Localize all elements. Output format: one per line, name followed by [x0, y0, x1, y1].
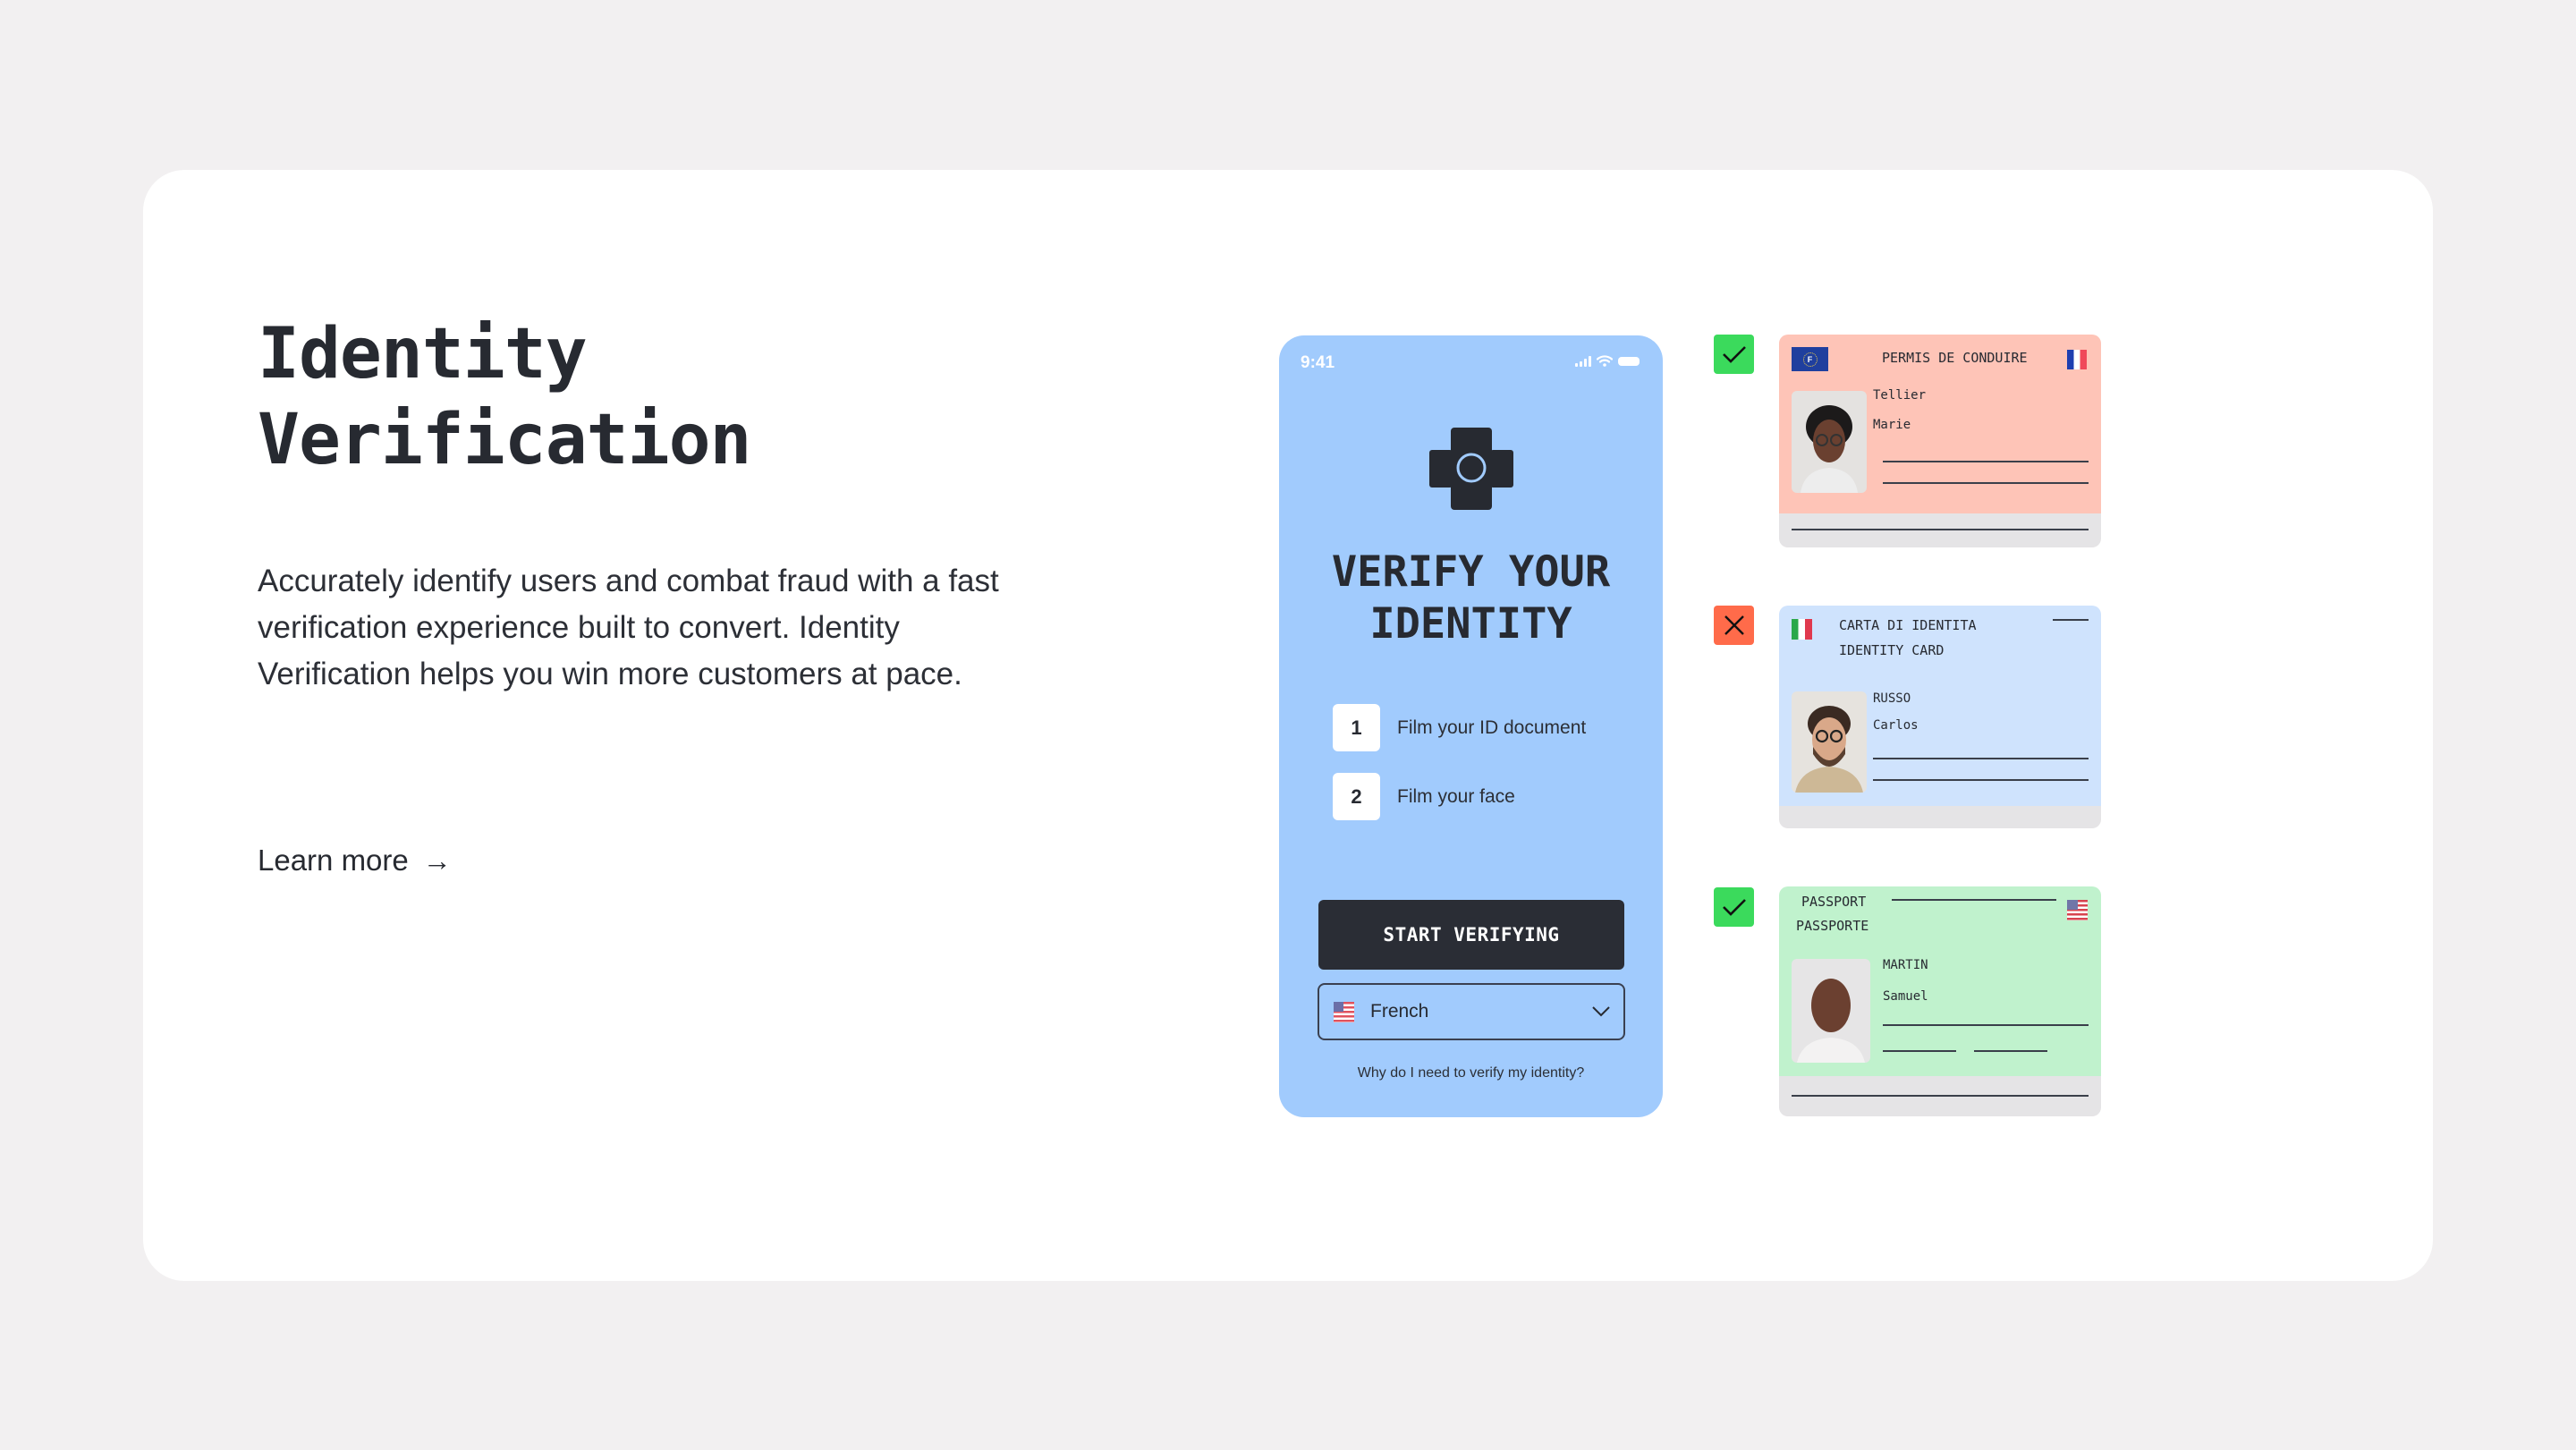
- id-photo: [1792, 691, 1867, 793]
- accepted-status: [1714, 335, 1754, 374]
- verify-heading: VERIFY YOUR IDENTITY: [1279, 547, 1663, 650]
- start-verifying-button[interactable]: START VERIFYING: [1318, 900, 1624, 970]
- document-type: PERMIS DE CONDUIRE: [1882, 350, 2028, 366]
- title-line-2: Verification: [258, 400, 752, 480]
- steps-list: 1 Film your ID document 2 Film your face: [1333, 704, 1586, 842]
- italy-flag-icon: [1792, 619, 1812, 640]
- identity-card: CARTA DI IDENTITA IDENTITY CARD RUSSO Ca…: [1779, 606, 2101, 828]
- accepted-status: [1714, 887, 1754, 927]
- given-name: Samuel: [1883, 989, 1928, 1004]
- us-flag-icon: [2067, 900, 2088, 920]
- document-type-line-2: IDENTITY CARD: [1839, 642, 1945, 658]
- person-photo-icon: [1797, 979, 1865, 1063]
- check-icon: [1722, 899, 1746, 916]
- description: Accurately identify users and combat fra…: [258, 564, 999, 691]
- x-icon: [1724, 615, 1744, 635]
- id-photo: [1792, 391, 1867, 493]
- why-verify-link[interactable]: Why do I need to verify my identity?: [1279, 1065, 1663, 1081]
- language-select[interactable]: French: [1318, 983, 1625, 1040]
- passport-card: PASSPORT PASSPORTE MARTIN Samuel: [1779, 886, 2101, 1116]
- step-item: 1 Film your ID document: [1333, 704, 1586, 751]
- document-type-line-1: CARTA DI IDENTITA: [1839, 617, 1977, 633]
- given-name: Marie: [1873, 418, 1911, 432]
- surname: MARTIN: [1883, 958, 1928, 972]
- learn-more-label: Learn more: [258, 844, 409, 877]
- eu-flag-icon: F: [1792, 347, 1828, 371]
- rejected-status: [1714, 606, 1754, 645]
- field-line: [1974, 1050, 2047, 1052]
- step-number: 1: [1333, 704, 1380, 751]
- battery-icon: [1618, 357, 1640, 366]
- field-line: [2053, 619, 2089, 621]
- id-photo: [1792, 959, 1870, 1063]
- surname: Tellier: [1873, 388, 1927, 403]
- drivers-license-card: F PERMIS DE CONDUIRE Tellier Marie: [1779, 335, 2101, 547]
- check-icon: [1722, 346, 1746, 363]
- field-line: [1883, 1050, 1956, 1052]
- step-label: Film your ID document: [1397, 717, 1587, 738]
- person-photo-icon: [1795, 706, 1863, 793]
- france-flag-icon: [2067, 350, 2087, 369]
- language-select-value: French: [1370, 1001, 1429, 1022]
- verify-heading-line-1: VERIFY YOUR: [1331, 547, 1611, 597]
- document-type-line-2: PASSPORTE: [1796, 918, 1869, 934]
- field-line: [1883, 482, 2089, 484]
- status-time: 9:41: [1301, 353, 1335, 372]
- mrz-line: [1792, 1095, 2089, 1097]
- us-flag-icon: [1334, 1001, 1354, 1022]
- surname: RUSSO: [1873, 691, 1911, 706]
- chevron-down-icon: [1592, 1006, 1610, 1017]
- wifi-icon: [1597, 355, 1613, 367]
- eu-flag-letter: F: [1802, 352, 1818, 367]
- learn-more-link[interactable]: Learn more →: [258, 839, 452, 882]
- field-line: [1883, 1024, 2089, 1026]
- signal-icon: [1575, 356, 1591, 367]
- step-number: 2: [1333, 773, 1380, 820]
- person-photo-icon: [1801, 405, 1858, 493]
- field-line: [1883, 461, 2089, 462]
- step-item: 2 Film your face: [1333, 773, 1586, 820]
- field-line: [1873, 779, 2089, 781]
- camera-phone-icon: [1429, 428, 1513, 510]
- step-label: Film your face: [1397, 785, 1515, 807]
- given-name: Carlos: [1873, 718, 1919, 733]
- arrow-right-icon: →: [422, 844, 452, 877]
- field-line: [1892, 899, 2056, 901]
- field-line: [1873, 758, 2089, 759]
- status-bar-icons: [1575, 355, 1640, 367]
- phone-mockup: 9:41 VERIFY YOUR IDENTITY 1 Film your ID…: [1279, 335, 1663, 1117]
- verify-heading-line-2: IDENTITY: [1369, 599, 1572, 649]
- document-type-line-1: PASSPORT: [1801, 894, 1867, 910]
- title-line-1: Identity: [258, 314, 588, 394]
- mrz-line: [1792, 529, 2089, 530]
- page-title: Identity Verification: [258, 311, 752, 483]
